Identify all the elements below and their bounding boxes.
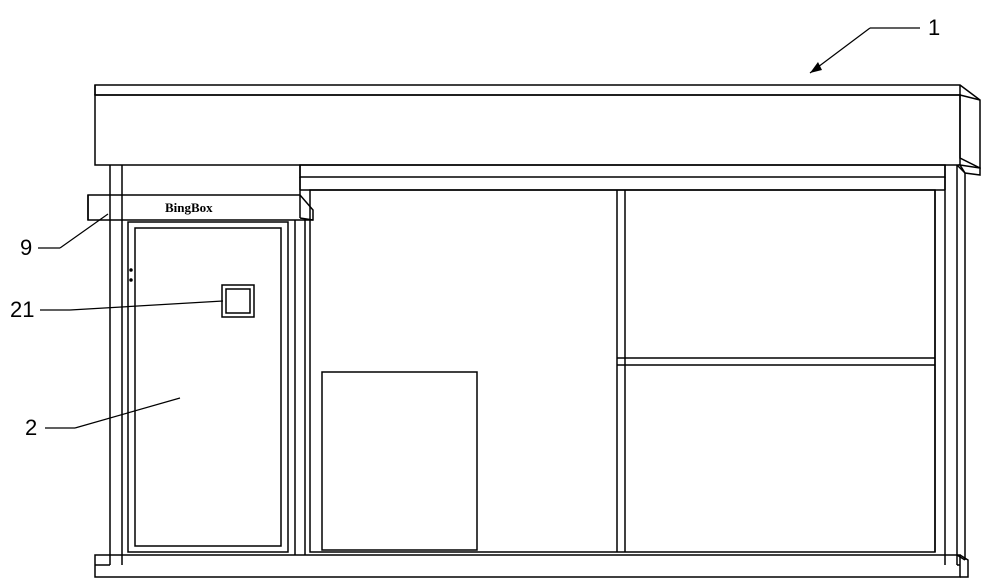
awning-brand-text: BingBox <box>165 200 213 215</box>
reference-label-21: 21 <box>10 297 34 323</box>
window-panels <box>310 190 935 552</box>
door <box>128 220 305 555</box>
reference-label-9: 9 <box>20 235 32 261</box>
technical-drawing: BingBox <box>0 0 1000 585</box>
roof-underside <box>300 165 945 190</box>
roof-structure <box>95 85 980 175</box>
reference-label-1: 1 <box>928 15 940 41</box>
reference-label-2: 2 <box>25 415 37 441</box>
base <box>95 555 968 577</box>
door-scanner <box>222 285 254 317</box>
